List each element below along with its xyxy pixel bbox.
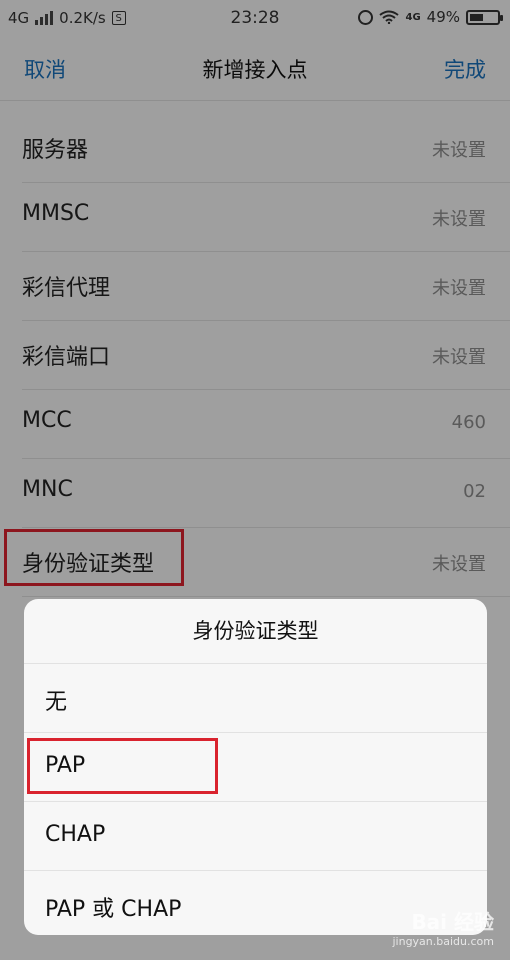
watermark-url: jingyan.baidu.com [392, 935, 494, 948]
option-label: CHAP [45, 822, 106, 847]
option-label: PAP 或 CHAP [45, 897, 182, 922]
sheet-title: 身份验证类型 [24, 599, 487, 664]
option-none[interactable]: 无 [24, 664, 487, 733]
option-chap[interactable]: CHAP [24, 802, 487, 871]
option-label: 无 [45, 690, 68, 715]
watermark-brand: Bai 经验 [411, 910, 494, 934]
pap-highlight-box [27, 738, 218, 794]
screen: 4G 0.2K/s S 23:28 4G 49% 取消 新增接入点 完成 服务器… [0, 0, 510, 960]
watermark: Bai 经验 jingyan.baidu.com [392, 906, 494, 948]
